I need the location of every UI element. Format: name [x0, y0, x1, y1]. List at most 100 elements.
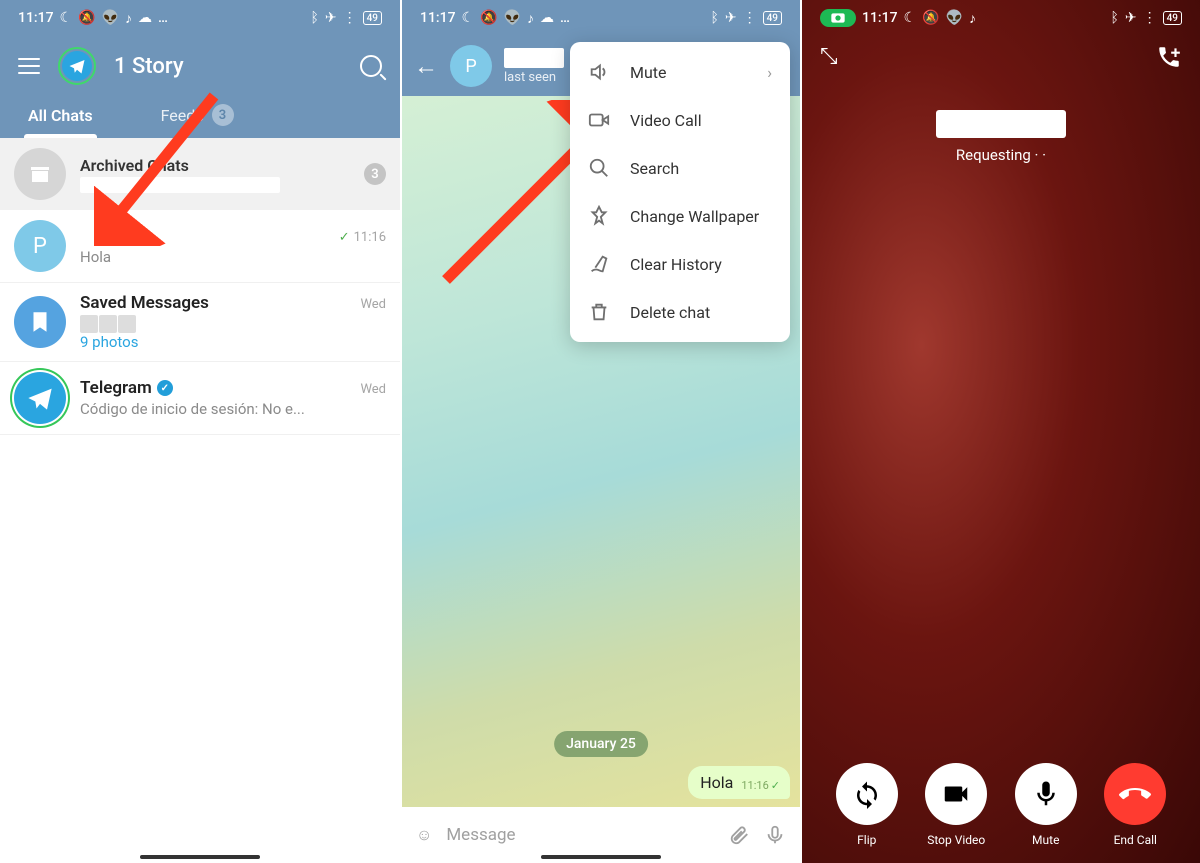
- pin-icon: [588, 205, 610, 227]
- attach-icon[interactable]: [728, 824, 750, 846]
- reddit-icon: 👽: [946, 10, 963, 26]
- call-contact-info: Requesting · ·: [936, 110, 1066, 164]
- menu-clear-history[interactable]: Clear History: [570, 240, 790, 288]
- bluetooth-icon: ᛒ: [1110, 10, 1118, 26]
- gesture-bar: [140, 855, 260, 859]
- battery-icon: 49: [1163, 11, 1182, 25]
- story-ring[interactable]: [58, 47, 96, 85]
- avatar: P: [14, 220, 66, 272]
- video-icon: [588, 109, 610, 131]
- title-bar: 1 Story: [0, 36, 400, 96]
- chat-preview: Código de inicio de sesión: No e...: [80, 400, 386, 418]
- tiktok-icon: ♪: [969, 10, 976, 27]
- tiktok-icon: ♪: [527, 10, 534, 27]
- menu-label: Clear History: [630, 255, 722, 274]
- emoji-icon[interactable]: ☺: [416, 825, 432, 845]
- battery-icon: 49: [363, 11, 382, 25]
- add-call-icon[interactable]: [1156, 44, 1182, 70]
- last-seen: last seen: [504, 70, 564, 85]
- call-status: Requesting · ·: [936, 146, 1066, 164]
- chat-item[interactable]: Telegram Wed Código de inicio de sesión:…: [0, 362, 400, 435]
- mic-icon: [1015, 763, 1077, 825]
- camera-indicator: [820, 9, 856, 27]
- mic-icon[interactable]: [764, 824, 786, 846]
- menu-delete-chat[interactable]: Delete chat: [570, 288, 790, 336]
- status-bar: 11:17 ☾ 🔕 👽 ♪ ᛒ ✈ ⋮ 49: [802, 0, 1200, 36]
- bluetooth-icon: ᛒ: [310, 10, 318, 26]
- menu-wallpaper[interactable]: Change Wallpaper: [570, 192, 790, 240]
- end-call-button[interactable]: End Call: [1104, 763, 1166, 847]
- plane-icon: ✈: [325, 10, 337, 26]
- cloud-icon: ☁: [540, 10, 554, 26]
- screen-video-call: 11:17 ☾ 🔕 👽 ♪ ᛒ ✈ ⋮ 49 ⤡ Requesting · · …: [800, 0, 1200, 863]
- contact-avatar[interactable]: P: [450, 45, 492, 87]
- tab-all-chats[interactable]: All Chats: [24, 96, 97, 134]
- chat-time: 11:16: [354, 230, 386, 245]
- status-time: 11:17: [862, 10, 898, 26]
- control-label: End Call: [1114, 833, 1157, 847]
- outgoing-message[interactable]: Hola 11:16✓: [688, 766, 790, 799]
- reddit-icon: 👽: [504, 10, 521, 26]
- menu-video-call[interactable]: Video Call: [570, 96, 790, 144]
- menu-label: Delete chat: [630, 303, 710, 322]
- dnd-icon: 🔕: [480, 10, 497, 26]
- header-title: 1 Story: [114, 54, 342, 79]
- moon-icon: ☾: [462, 10, 475, 26]
- search-icon[interactable]: [360, 55, 382, 77]
- dnd-icon: 🔕: [78, 10, 95, 26]
- chat-item[interactable]: Saved Messages Wed 9 photos: [0, 283, 400, 362]
- call-top-controls: ⤡: [802, 44, 1200, 70]
- tab-label: All Chats: [28, 106, 93, 125]
- trash-icon: [588, 301, 610, 323]
- menu-label: Change Wallpaper: [630, 207, 759, 226]
- back-button[interactable]: ←: [414, 52, 438, 81]
- chat-name: Telegram: [80, 378, 173, 398]
- wifi-icon: ⋮: [1143, 10, 1157, 26]
- menu-label: Mute: [630, 63, 667, 82]
- contact-name: [936, 110, 1066, 138]
- status-time: 11:17: [420, 10, 456, 26]
- check-icon: ✓: [771, 779, 780, 792]
- menu-button[interactable]: [18, 58, 40, 74]
- archived-badge: 3: [364, 163, 386, 185]
- status-bar: 11:17 ☾ 🔕 👽 ♪ ☁ … ᛒ ✈ ⋮ 49: [0, 0, 400, 36]
- call-controls: Flip Stop Video Mute End Call: [802, 763, 1200, 847]
- search-icon: [588, 157, 610, 179]
- telegram-logo-icon: [62, 51, 92, 81]
- video-icon: [925, 763, 987, 825]
- archived-chats-row[interactable]: Archived Chats 3: [0, 138, 400, 210]
- tab-feeds[interactable]: Feeds 3: [157, 96, 238, 134]
- chat-item[interactable]: P ✓11:16 Hola: [0, 210, 400, 283]
- menu-mute[interactable]: Mute ›: [570, 48, 790, 96]
- hangup-icon: [1104, 763, 1166, 825]
- flip-camera-button[interactable]: Flip: [836, 763, 898, 847]
- flip-icon: [836, 763, 898, 825]
- wifi-icon: ⋮: [743, 10, 757, 26]
- menu-search[interactable]: Search: [570, 144, 790, 192]
- archived-preview: [80, 177, 280, 193]
- plane-icon: ✈: [725, 10, 737, 26]
- chevron-right-icon: ›: [767, 63, 772, 82]
- mute-button[interactable]: Mute: [1015, 763, 1077, 847]
- archive-icon: [14, 148, 66, 200]
- stop-video-button[interactable]: Stop Video: [925, 763, 987, 847]
- chat-name: Saved Messages: [80, 293, 209, 313]
- menu-label: Search: [630, 159, 679, 178]
- reddit-icon: 👽: [102, 10, 119, 26]
- menu-label: Video Call: [630, 111, 702, 130]
- wifi-icon: ⋮: [343, 10, 357, 26]
- check-icon: ✓: [339, 230, 350, 245]
- message-input[interactable]: Message: [446, 825, 714, 845]
- status-bar: 11:17 ☾ 🔕 👽 ♪ ☁ … ᛒ ✈ ⋮ 49: [402, 0, 800, 36]
- control-label: Stop Video: [927, 833, 985, 847]
- battery-icon: 49: [763, 11, 782, 25]
- status-time: 11:17: [18, 10, 54, 26]
- message-time: 11:16: [741, 779, 768, 792]
- date-separator: January 25: [554, 731, 648, 757]
- minimize-icon[interactable]: ⤡: [820, 44, 838, 70]
- tab-label: Feeds: [161, 106, 204, 125]
- message-text: Hola: [700, 773, 733, 792]
- control-label: Flip: [857, 833, 876, 847]
- context-menu: Mute › Video Call Search Change Wallpape…: [570, 42, 790, 342]
- archived-title: Archived Chats: [80, 156, 350, 175]
